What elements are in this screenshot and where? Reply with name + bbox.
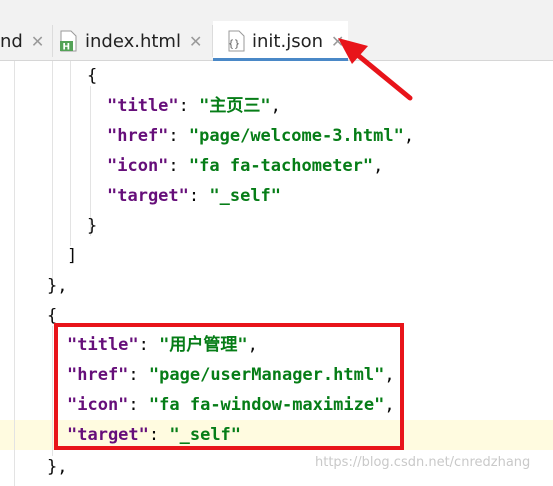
tab-divider <box>52 25 53 57</box>
json-punctuation: : <box>188 186 210 206</box>
json-key: "target" <box>107 186 189 206</box>
json-punctuation: }, <box>47 276 68 296</box>
highlight-box <box>54 323 404 450</box>
json-string: "page/welcome-3.html" <box>188 126 404 146</box>
code-line: "title": "主页三", <box>107 91 281 121</box>
html-file-icon: H <box>60 30 78 53</box>
tab-nd[interactable]: nd ✕ <box>0 21 52 61</box>
code-line: "icon": "fa fa-tachometer", <box>107 151 383 181</box>
json-string: "fa fa-tachometer" <box>188 156 374 176</box>
code-line: "href": "page/welcome-3.html", <box>107 121 414 151</box>
code-line: }, <box>47 452 67 482</box>
editor-tab-bar: nd ✕ H index.html ✕ {} init.json ✕ <box>0 21 553 61</box>
indent-guide <box>14 61 15 486</box>
indent-guide <box>52 326 53 456</box>
red-arrow-icon <box>338 38 413 101</box>
json-key: "title" <box>107 96 179 116</box>
code-line: "target": "_self" <box>107 181 281 211</box>
svg-text:H: H <box>63 43 71 53</box>
json-punctuation: }, <box>47 457 68 477</box>
tab-label: nd <box>0 30 23 52</box>
json-punctuation: ] <box>67 246 78 266</box>
close-icon[interactable]: ✕ <box>189 32 202 51</box>
indent-guide <box>70 61 71 246</box>
json-punctuation: { <box>87 66 98 86</box>
tab-init-json[interactable]: {} init.json ✕ <box>213 21 348 61</box>
code-line: ] <box>67 241 77 271</box>
watermark: https://blog.csdn.net/cnredzhang <box>315 455 531 470</box>
window-top-strip <box>0 0 553 21</box>
tab-label: index.html <box>85 30 181 52</box>
json-punctuation: : <box>168 156 189 176</box>
json-key: "icon" <box>107 156 169 176</box>
tab-index-html[interactable]: H index.html ✕ <box>60 21 212 61</box>
json-punctuation: : <box>178 96 200 116</box>
close-icon[interactable]: ✕ <box>31 32 44 51</box>
code-line: { <box>87 61 97 91</box>
json-string: "主页三" <box>199 96 271 116</box>
json-punctuation: , <box>270 96 281 116</box>
indent-guide <box>52 61 53 281</box>
code-line: } <box>87 211 97 241</box>
code-line: }, <box>47 271 67 301</box>
svg-text:{}: {} <box>228 39 240 50</box>
json-punctuation: : <box>168 126 189 146</box>
json-key: "href" <box>107 126 169 146</box>
json-file-icon: {} <box>227 30 245 52</box>
tab-label: init.json <box>252 30 323 52</box>
json-punctuation: , <box>373 156 384 176</box>
json-punctuation: } <box>87 216 98 236</box>
json-punctuation: , <box>403 126 415 146</box>
json-string: "_self" <box>209 186 282 206</box>
